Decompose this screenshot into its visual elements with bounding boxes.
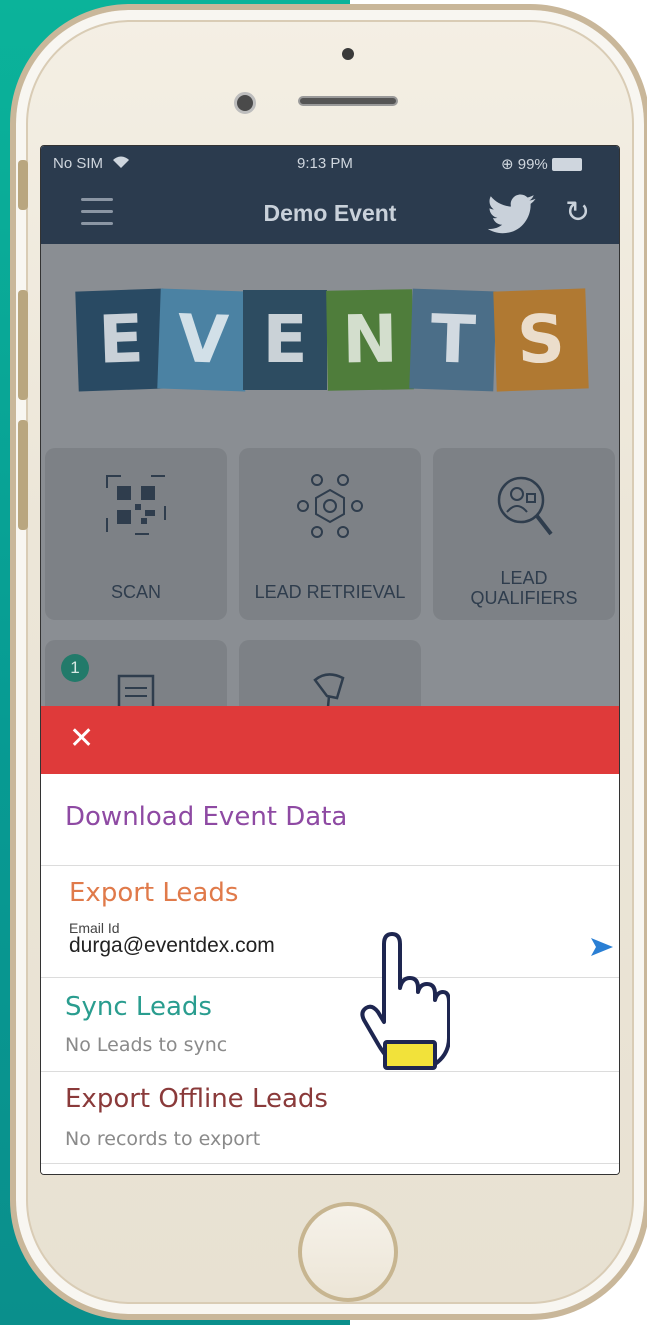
nav-bar: Demo Event ↻ <box>41 182 619 244</box>
logo-letter-t: T <box>409 288 497 392</box>
sheet-header: ✕ <box>41 706 619 774</box>
proximity-sensor <box>342 48 354 60</box>
export-offline-leads-subtitle: No records to export <box>65 1128 261 1150</box>
export-offline-leads-row[interactable]: Export Offline Leads No records to expor… <box>41 1072 619 1164</box>
tile-scan[interactable]: SCAN <box>45 448 227 620</box>
qr-code-icon <box>106 475 166 535</box>
tile-scan-label: SCAN <box>110 582 161 602</box>
logo-letter-e2: E <box>243 290 327 390</box>
volume-up-button <box>18 290 28 400</box>
front-camera <box>234 92 256 114</box>
tile-lead-retrieval[interactable]: LEAD RETRIEVAL <box>239 448 421 620</box>
volume-down-button <box>18 420 28 530</box>
sync-leads-row[interactable]: Sync Leads No Leads to sync <box>41 978 619 1072</box>
lock-rotation-icon: ⊕ <box>501 156 514 173</box>
status-bar: No SIM 9:13 PM ⊕ 99% <box>41 146 619 182</box>
notification-badge: 1 <box>61 654 89 682</box>
logo-letter-e1: E <box>75 288 167 392</box>
home-button[interactable] <box>298 1202 398 1302</box>
carrier-label: No SIM <box>53 155 131 172</box>
export-leads-title: Export Leads <box>69 878 239 908</box>
network-icon <box>297 474 363 538</box>
events-logo: E V E N T S <box>75 288 589 400</box>
download-event-data-title: Download Event Data <box>65 802 348 832</box>
close-icon[interactable]: ✕ <box>69 724 94 754</box>
phone-screen: No SIM 9:13 PM ⊕ 99% Demo Event ↻ E V E … <box>40 145 620 1175</box>
tile-lead-qualifiers[interactable]: LEAD QUALIFIERS <box>433 448 615 620</box>
battery-status: ⊕ 99% <box>501 155 582 173</box>
sync-leads-subtitle: No Leads to sync <box>65 1034 228 1056</box>
tile-lead-retrieval-label: LEAD RETRIEVAL <box>254 582 406 602</box>
wifi-icon <box>113 156 130 168</box>
logo-letter-n: N <box>326 289 414 391</box>
twitter-icon[interactable] <box>487 194 537 234</box>
export-leads-row: Export Leads Email Id durga@eventdex.com <box>41 866 619 978</box>
email-field[interactable]: durga@eventdex.com <box>69 934 275 958</box>
status-time: 9:13 PM <box>297 155 353 172</box>
export-offline-leads-title: Export Offline Leads <box>65 1084 328 1114</box>
tile-lead-qualifiers-label: LEAD QUALIFIERS <box>470 568 578 608</box>
home-content: E V E N T S SCAN LEAD RETRIEVAL LEAD QUA… <box>41 244 619 812</box>
logo-letter-v: V <box>157 288 249 392</box>
earpiece-speaker <box>298 96 398 106</box>
download-event-data-row[interactable]: Download Event Data <box>41 774 619 866</box>
search-person-icon <box>497 476 553 536</box>
refresh-icon[interactable]: ↻ <box>565 198 595 228</box>
sheet-body: Download Event Data Export Leads Email I… <box>41 774 619 1174</box>
pointing-hand-icon <box>360 932 450 1070</box>
sync-leads-title: Sync Leads <box>65 992 212 1022</box>
battery-icon <box>551 158 582 171</box>
logo-letter-s: S <box>493 288 589 392</box>
send-icon[interactable] <box>589 936 615 958</box>
mute-switch <box>18 160 28 210</box>
